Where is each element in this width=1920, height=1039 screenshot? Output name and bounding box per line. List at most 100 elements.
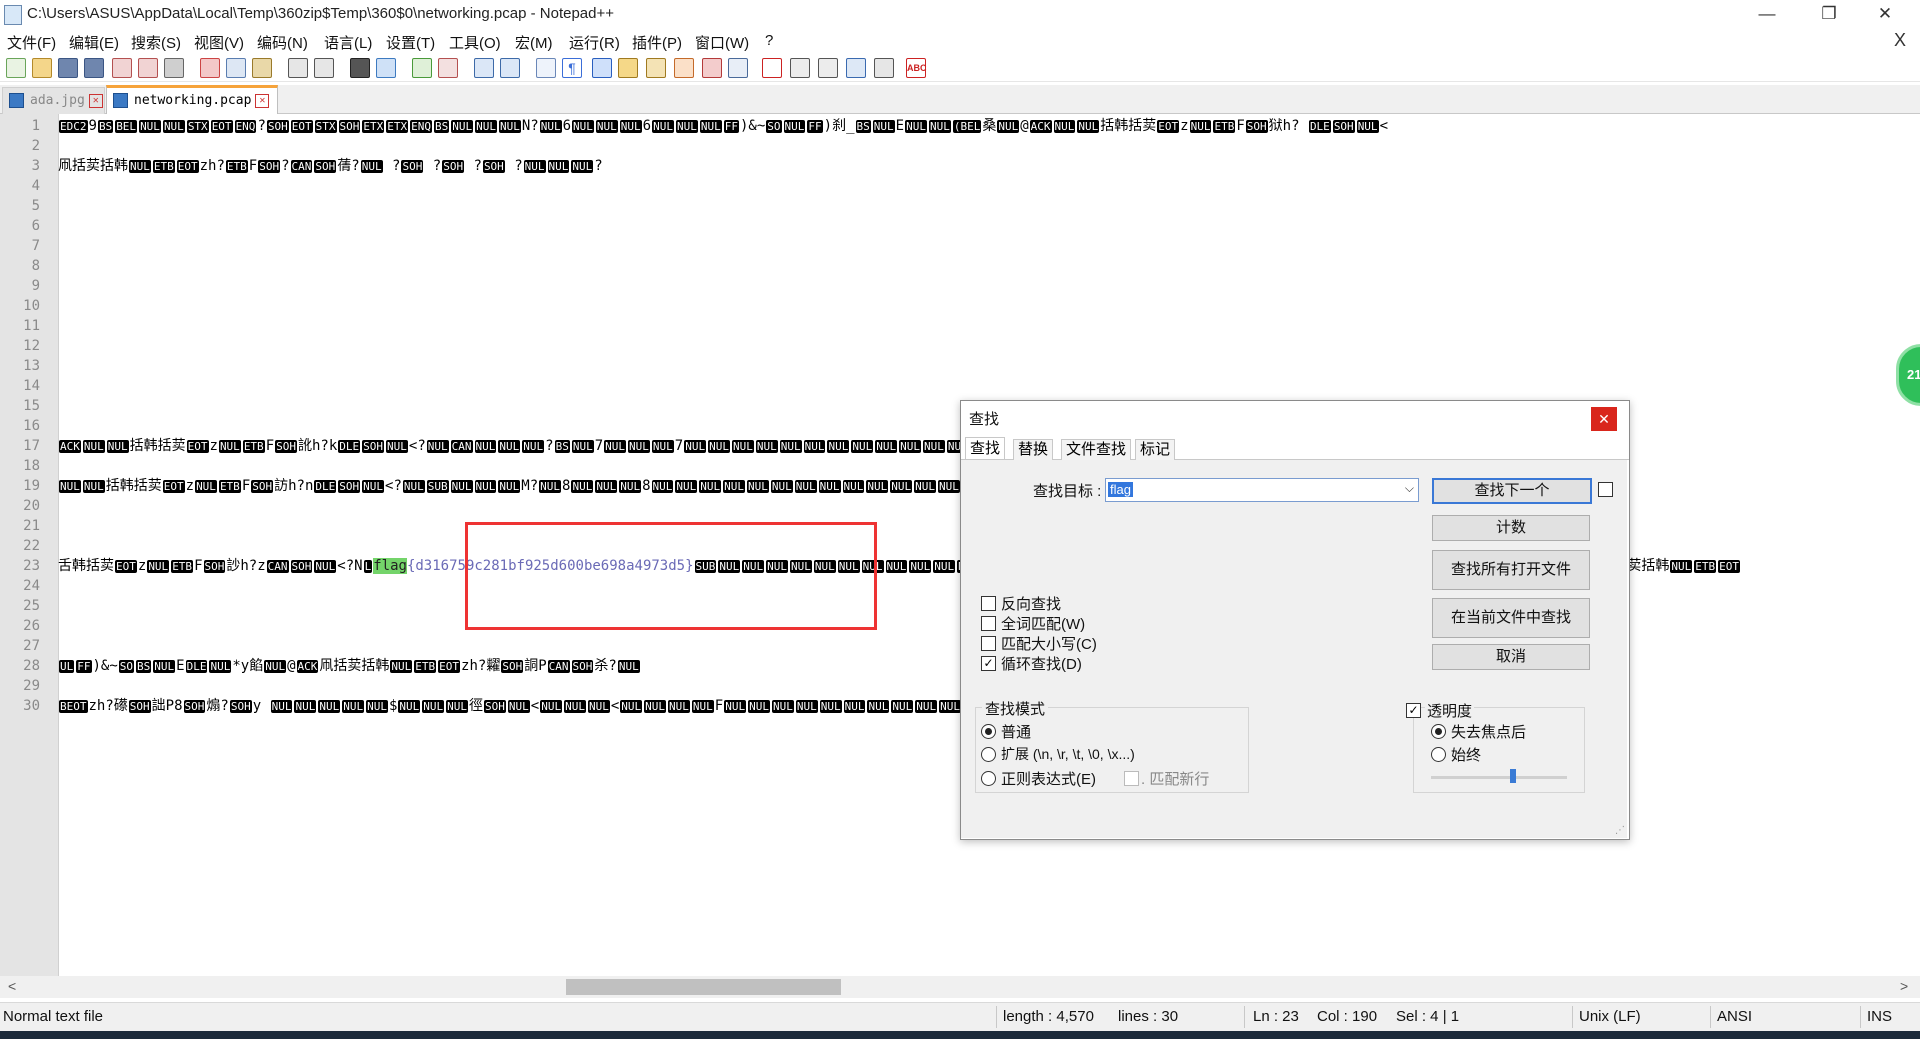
new-file-icon[interactable] (6, 58, 26, 78)
text-token: ? (383, 158, 401, 174)
mode-regex-radio[interactable] (981, 771, 996, 786)
resize-grip-icon[interactable]: ⋰ (1615, 825, 1625, 836)
transparency-always-label: 始终 (1451, 747, 1482, 764)
transparency-slider-thumb[interactable] (1509, 769, 1516, 783)
wrap-around-checkbox[interactable]: ✓ (981, 656, 996, 671)
close-file-icon[interactable] (112, 58, 132, 78)
paste-icon[interactable] (252, 58, 272, 78)
save-icon[interactable] (58, 58, 78, 78)
close-document-x[interactable]: X (1894, 30, 1906, 51)
function-list-icon[interactable] (674, 58, 694, 78)
tab-close-icon[interactable]: ✕ (255, 93, 270, 108)
find-icon[interactable] (350, 58, 370, 78)
zoom-in-icon[interactable] (412, 58, 432, 78)
close-button[interactable]: ✕ (1862, 2, 1908, 26)
control-char-token: BEL (115, 120, 138, 133)
undo-icon[interactable] (288, 58, 308, 78)
match-case-checkbox[interactable] (981, 636, 996, 651)
save-macro-icon[interactable] (874, 58, 894, 78)
horizontal-scrollbar[interactable]: < > (0, 976, 1920, 998)
menu-plugins[interactable]: 插件(P) (632, 32, 682, 53)
menu-file[interactable]: 文件(F) (7, 32, 56, 53)
cancel-button[interactable]: 取消 (1432, 644, 1590, 670)
text-token: E (176, 658, 185, 674)
menu-tools[interactable]: 工具(O) (449, 32, 501, 53)
folder-icon[interactable] (702, 58, 722, 78)
scrollbar-thumb[interactable] (566, 979, 841, 995)
scroll-right-arrow[interactable]: > (1900, 978, 1908, 994)
scroll-left-arrow[interactable]: < (8, 978, 16, 994)
sync-vertical-icon[interactable] (474, 58, 494, 78)
cut-icon[interactable] (200, 58, 220, 78)
run-macro-multiple-icon[interactable] (846, 58, 866, 78)
menu-macro[interactable]: 宏(M) (515, 32, 553, 53)
text-token: zh?礤 (88, 698, 128, 714)
show-all-chars-icon[interactable]: ¶ (562, 58, 582, 78)
document-map-icon[interactable] (646, 58, 666, 78)
sync-horizontal-icon[interactable] (500, 58, 520, 78)
dot-matches-newline-checkbox[interactable] (1124, 771, 1139, 786)
transparency-checkbox[interactable]: ✓ (1406, 703, 1421, 718)
restore-button[interactable]: ❐ (1806, 2, 1852, 26)
monitoring-icon[interactable] (728, 58, 748, 78)
dialog-close-button[interactable]: ✕ (1591, 407, 1617, 431)
record-macro-icon[interactable] (762, 58, 782, 78)
text-token: 桑 (982, 118, 997, 134)
menu-edit[interactable]: 编辑(E) (69, 32, 119, 53)
menu-run[interactable]: 运行(R) (569, 32, 620, 53)
menu-encoding[interactable]: 编码(N) (257, 32, 308, 53)
find-target-combobox[interactable]: flag ⌵ (1105, 478, 1419, 502)
code-line-1[interactable]: EDC2 9 BS BEL NUL NUL STX EOT ENQ? SOH EOT STX SOH ET… (58, 116, 1920, 136)
copy-icon[interactable] (226, 58, 246, 78)
tab-mark[interactable]: 标记 (1135, 439, 1176, 460)
whole-word-checkbox[interactable] (981, 616, 996, 631)
zoom-out-icon[interactable] (438, 58, 458, 78)
play-macro-icon[interactable] (818, 58, 838, 78)
text-token: N? (521, 118, 539, 134)
transparency-on-lose-focus-radio[interactable] (1431, 724, 1446, 739)
replace-icon[interactable] (376, 58, 396, 78)
open-file-icon[interactable] (32, 58, 52, 78)
redo-icon[interactable] (314, 58, 334, 78)
tab-close-icon[interactable]: ✕ (88, 93, 103, 108)
find-next-button[interactable]: 查找下一个 (1432, 478, 1592, 504)
tab-replace[interactable]: 替换 (1013, 439, 1054, 460)
side-floating-badge[interactable]: 21 (1896, 344, 1920, 406)
control-char-token: NUL (195, 480, 217, 493)
find-next-option-checkbox[interactable] (1598, 482, 1613, 497)
menu-window[interactable]: 窗口(W) (695, 32, 749, 53)
control-char-token: NUL (82, 480, 105, 493)
code-line-3[interactable]: 凧括荬括韩 NUL ETB EOT zh? ETB F SOH? CAN SOH 蒨? NUL ? SO… (58, 156, 1920, 176)
indent-guide-icon[interactable] (592, 58, 612, 78)
menu-settings[interactable]: 设置(T) (386, 32, 435, 53)
menu-language[interactable]: 语言(L) (324, 32, 372, 53)
tab-find[interactable]: 查找 (965, 437, 1006, 459)
count-button[interactable]: 计数 (1432, 515, 1590, 541)
find-all-open-files-button[interactable]: 查找所有打开文件 (1432, 550, 1590, 590)
word-wrap-icon[interactable] (536, 58, 556, 78)
folder-as-workspace-icon[interactable] (618, 58, 638, 78)
close-all-icon[interactable] (138, 58, 158, 78)
chevron-down-icon[interactable]: ⌵ (1405, 481, 1414, 496)
spell-check-icon[interactable]: ABC (906, 58, 927, 78)
mode-normal-radio[interactable] (981, 724, 996, 739)
save-all-icon[interactable] (84, 58, 104, 78)
tab-ada-jpg[interactable]: ada.jpg ✕ (2, 87, 105, 115)
find-in-current-file-button[interactable]: 在当前文件中查找 (1432, 598, 1590, 638)
minimize-button[interactable]: — (1744, 2, 1790, 26)
text-token: 舌韩括荬 (58, 558, 114, 574)
menu-search[interactable]: 搜索(S) (131, 32, 181, 53)
stop-macro-icon[interactable] (790, 58, 810, 78)
control-char-token: NUL (59, 480, 81, 493)
tab-networking-pcap[interactable]: networking.pcap ✕ (106, 85, 278, 115)
transparency-slider[interactable] (1431, 776, 1567, 779)
control-char-token: NUL (498, 480, 521, 493)
mode-extended-radio[interactable] (981, 747, 996, 762)
transparency-always-radio[interactable] (1431, 747, 1446, 762)
reverse-search-checkbox[interactable] (981, 596, 996, 611)
tab-find-in-files[interactable]: 文件查找 (1061, 439, 1132, 460)
menu-view[interactable]: 视图(V) (194, 32, 244, 53)
print-icon[interactable] (164, 58, 184, 78)
line-number: 13 (23, 358, 40, 374)
menu-help[interactable]: ? (765, 32, 773, 49)
